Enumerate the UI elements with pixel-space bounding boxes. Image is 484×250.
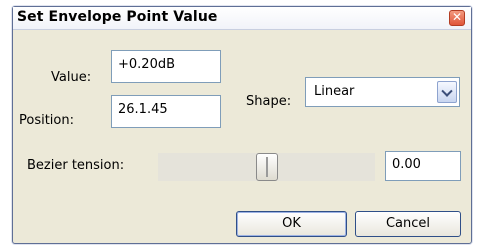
bezier-tension-slider[interactable] bbox=[158, 153, 375, 181]
chevron-down-icon[interactable] bbox=[437, 81, 457, 103]
bezier-tension-field[interactable]: 0.00 bbox=[385, 151, 461, 181]
slider-thumb[interactable] bbox=[256, 153, 278, 181]
position-field[interactable]: 26.1.45 bbox=[111, 95, 221, 128]
set-envelope-point-dialog: Set Envelope Point Value ✕ Value: +0.20d… bbox=[12, 6, 472, 244]
shape-label: Shape: bbox=[246, 94, 292, 109]
value-field[interactable]: +0.20dB bbox=[111, 50, 221, 83]
cancel-button[interactable]: Cancel bbox=[355, 211, 461, 237]
value-label: Value: bbox=[51, 70, 92, 85]
ok-button[interactable]: OK bbox=[236, 211, 347, 237]
title-bar[interactable]: Set Envelope Point Value ✕ bbox=[13, 7, 471, 30]
shape-select-value: Linear bbox=[314, 84, 355, 99]
bezier-tension-label: Bezier tension: bbox=[27, 158, 125, 173]
shape-select[interactable]: Linear bbox=[305, 77, 460, 107]
close-icon: ✕ bbox=[451, 10, 463, 24]
dialog-title: Set Envelope Point Value bbox=[17, 9, 218, 25]
close-button[interactable]: ✕ bbox=[449, 10, 465, 26]
position-label: Position: bbox=[19, 113, 74, 128]
